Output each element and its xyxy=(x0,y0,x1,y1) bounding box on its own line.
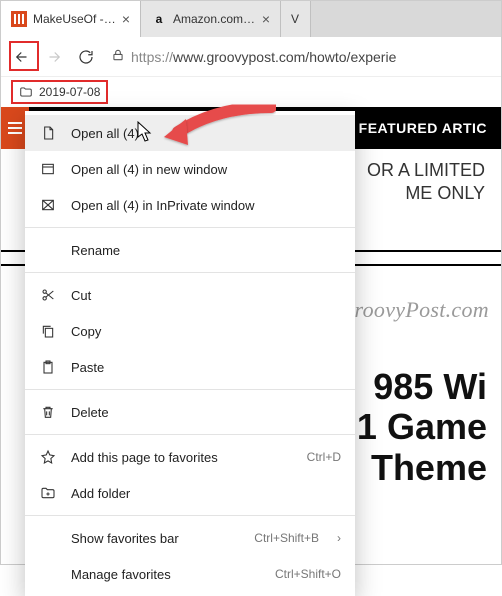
tab-strip: MakeUseOf - Technology, Simpli × a Amazo… xyxy=(1,1,501,37)
menu-open-all-new-window[interactable]: Open all (4) in new window xyxy=(25,151,355,187)
url-text: https://www.groovypost.com/howto/experie xyxy=(131,49,396,65)
context-menu: Open all (4) Open all (4) in new window … xyxy=(25,111,355,596)
folder-plus-icon xyxy=(39,485,57,501)
menu-separator xyxy=(25,272,355,273)
menu-separator xyxy=(25,515,355,516)
close-icon[interactable]: × xyxy=(122,11,130,27)
tab-title: MakeUseOf - Technology, Simpli xyxy=(33,12,116,26)
forward-button xyxy=(41,44,67,70)
page-icon xyxy=(39,125,57,141)
menu-paste[interactable]: Paste xyxy=(25,349,355,385)
favicon-amazon: a xyxy=(151,11,167,27)
menu-delete[interactable]: Delete xyxy=(25,394,355,430)
menu-cut[interactable]: Cut xyxy=(25,277,355,313)
watermark: groovyPost.com xyxy=(343,297,489,323)
favorites-bar: 2019-07-08 xyxy=(1,77,501,107)
folder-icon xyxy=(19,85,33,99)
menu-separator xyxy=(25,227,355,228)
shortcut: Ctrl+Shift+O xyxy=(275,567,341,581)
close-icon[interactable]: × xyxy=(262,11,270,27)
favicon-muo xyxy=(11,11,27,27)
trash-icon xyxy=(39,404,57,420)
headline: 985 Wi 1 Game Theme xyxy=(357,367,487,488)
favorites-folder[interactable]: 2019-07-08 xyxy=(11,80,108,104)
menu-open-all[interactable]: Open all (4) xyxy=(25,115,355,151)
menu-rename[interactable]: Rename xyxy=(25,232,355,268)
menu-show-favorites-bar[interactable]: Show favorites bar Ctrl+Shift+B › xyxy=(25,520,355,556)
menu-add-folder[interactable]: Add folder xyxy=(25,475,355,511)
toolbar: https://www.groovypost.com/howto/experie xyxy=(1,37,501,77)
star-icon xyxy=(39,449,57,465)
shortcut: Ctrl+D xyxy=(307,450,341,464)
tab-title: V xyxy=(291,12,300,26)
refresh-button[interactable] xyxy=(73,44,99,70)
chevron-right-icon: › xyxy=(337,531,341,545)
menu-separator xyxy=(25,389,355,390)
lock-icon xyxy=(111,48,125,65)
tab-amazon[interactable]: a Amazon.com | Prime Day 2019 × xyxy=(141,1,281,37)
address-bar[interactable]: https://www.groovypost.com/howto/experie xyxy=(105,44,493,69)
tab-third[interactable]: V xyxy=(281,1,311,37)
window-icon xyxy=(39,161,57,177)
menu-open-all-inprivate[interactable]: Open all (4) in InPrivate window xyxy=(25,187,355,223)
menu-add-page-to-favorites[interactable]: Add this page to favorites Ctrl+D xyxy=(25,439,355,475)
folder-label: 2019-07-08 xyxy=(39,85,100,99)
back-button[interactable] xyxy=(9,44,35,70)
shortcut: Ctrl+Shift+B xyxy=(254,531,319,545)
tab-makeuseof[interactable]: MakeUseOf - Technology, Simpli × xyxy=(1,1,141,37)
cut-icon xyxy=(39,287,57,303)
inprivate-icon xyxy=(39,197,57,213)
copy-icon xyxy=(39,323,57,339)
featured-label: FEATURED ARTIC xyxy=(359,120,487,136)
menu-separator xyxy=(25,434,355,435)
paste-icon xyxy=(39,359,57,375)
menu-copy[interactable]: Copy xyxy=(25,313,355,349)
tab-title: Amazon.com | Prime Day 2019 xyxy=(173,12,256,26)
menu-manage-favorites[interactable]: Manage favorites Ctrl+Shift+O xyxy=(25,556,355,592)
